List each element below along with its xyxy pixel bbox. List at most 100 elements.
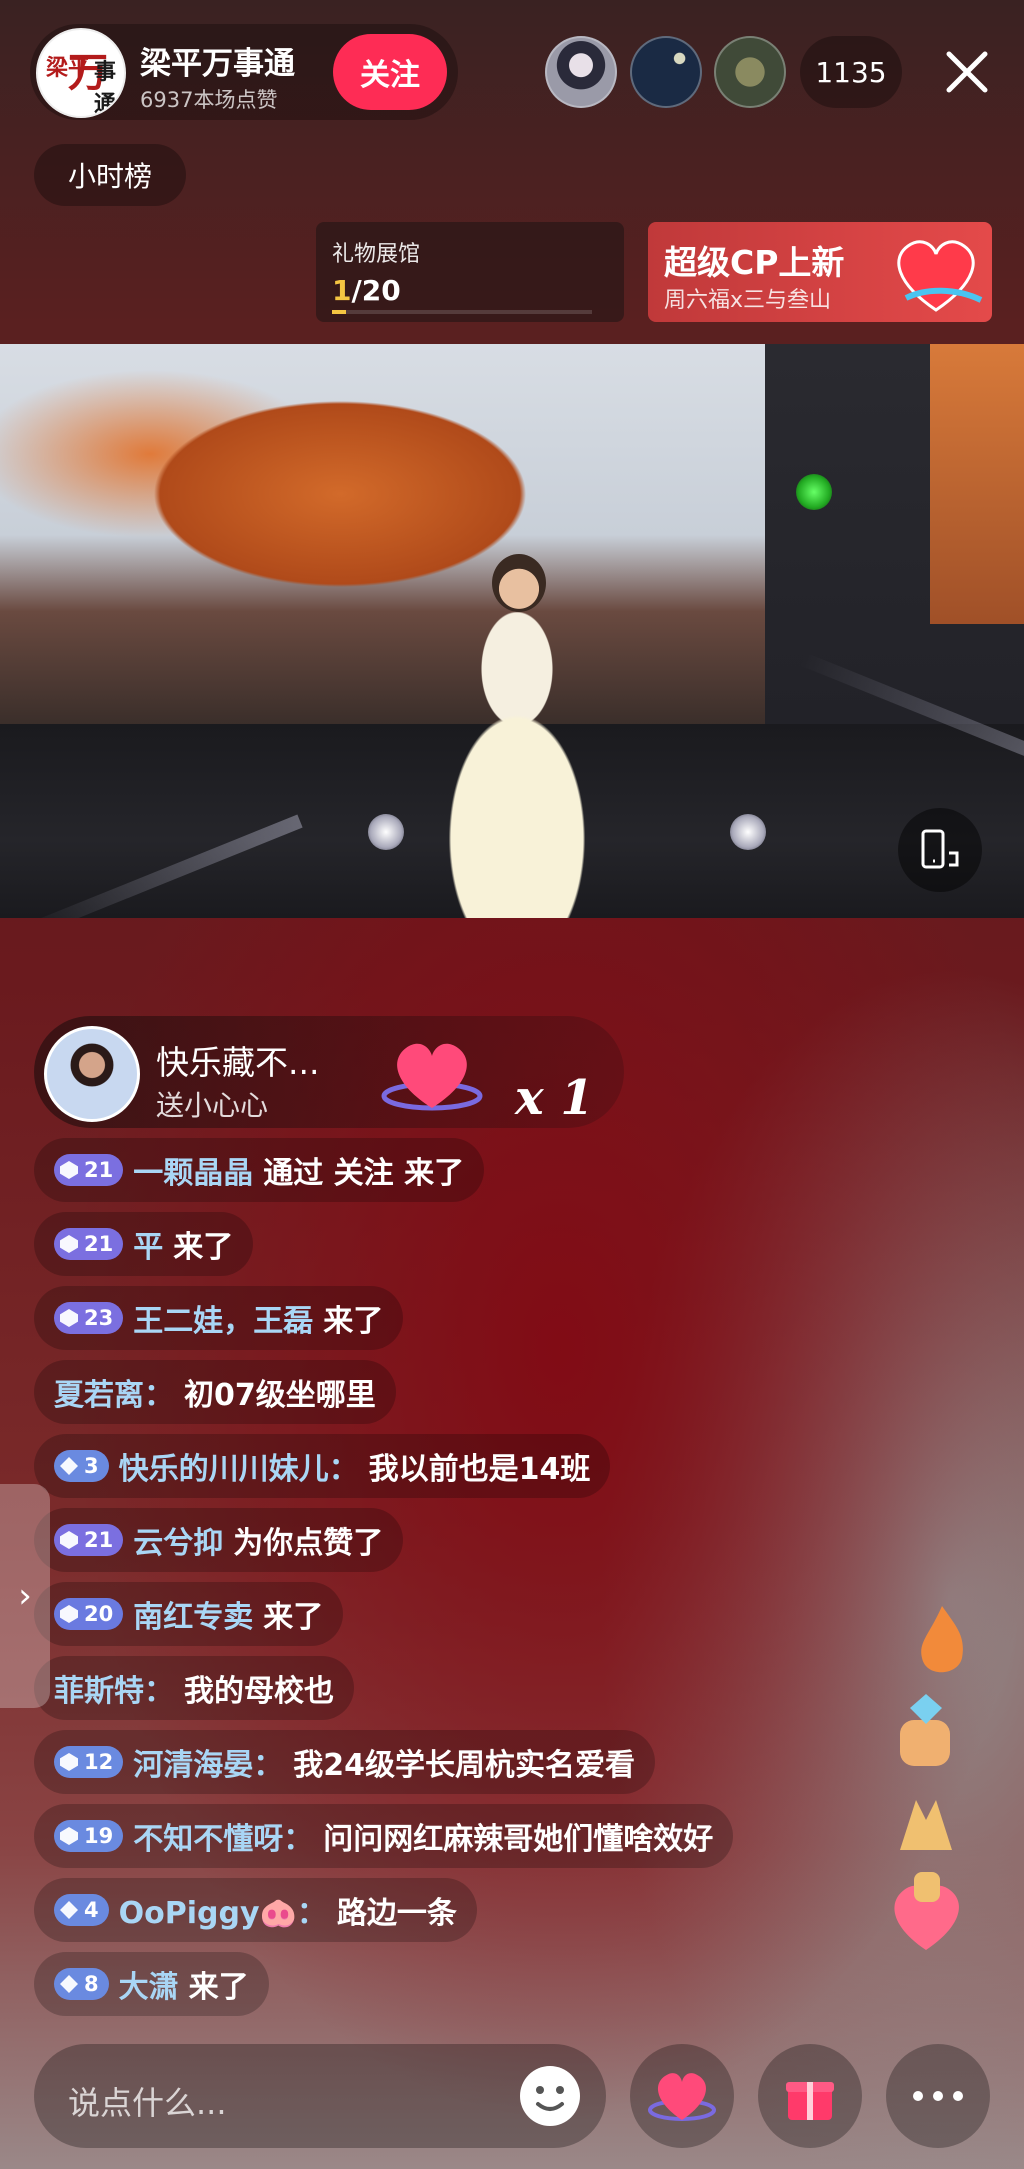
chat-message[interactable]: 4 OoPiggy🐽： 路边一条 <box>34 1878 477 1942</box>
viewer-count[interactable]: 1135 <box>800 36 902 108</box>
chat-username[interactable]: 平 <box>133 1222 163 1266</box>
singer <box>412 584 622 918</box>
more-icon <box>913 2091 963 2101</box>
chat-text: 初07级坐哪里 <box>184 1378 376 1413</box>
gift-hall-progress-bar <box>332 310 592 314</box>
user-level-badge: 4 <box>54 1894 109 1926</box>
chat-text: 我24级学长周杭实名爱看 <box>293 1748 635 1783</box>
cp-banner-title: 超级CP上新 <box>664 243 845 282</box>
gift-hall-progress: 1/20 <box>332 274 401 307</box>
chat-text: 我以前也是14班 <box>368 1452 591 1487</box>
chat-message[interactable]: 19 不知不懂呀： 问问网红麻辣哥她们懂啥效好 <box>34 1804 734 1868</box>
viewer-avatar[interactable] <box>714 36 786 108</box>
fire-emoji-icon <box>921 1606 963 1673</box>
gift-hall-card[interactable]: 礼物展馆 1/20 <box>316 222 624 322</box>
viewer-avatar[interactable] <box>545 36 617 108</box>
gift-count: x 1 <box>515 1070 594 1126</box>
chat-text: 我的母校也 <box>184 1674 334 1709</box>
chat-username[interactable]: 王二娃，王磊 <box>133 1296 313 1340</box>
user-level-badge: 20 <box>54 1598 124 1630</box>
cp-promo-banner[interactable]: 超级CP上新 周六福x三与叁山 <box>648 222 992 322</box>
user-level-badge: 21 <box>54 1154 124 1186</box>
chat-text: 来了 <box>263 1600 324 1635</box>
user-level-badge: 12 <box>54 1746 124 1778</box>
chat-username[interactable]: 夏若离： <box>54 1370 174 1414</box>
chat-text: 来了 <box>323 1304 384 1339</box>
level-gem-icon <box>60 1161 78 1179</box>
heart-ribbon-icon <box>897 240 983 312</box>
level-gem-icon <box>60 1975 78 1993</box>
level-gem-icon <box>60 1235 78 1253</box>
user-level-badge: 19 <box>54 1820 124 1852</box>
chat-text: 为你点赞了 <box>233 1526 384 1561</box>
chat-message[interactable]: 12 河清海晏： 我24级学长周杭实名爱看 <box>34 1730 655 1794</box>
user-level-badge: 21 <box>54 1228 124 1260</box>
gift-box-icon <box>786 2082 834 2120</box>
host-avatar[interactable]: 梁平 万 事通 <box>36 28 126 118</box>
live-video[interactable] <box>0 344 1024 918</box>
level-gem-icon <box>60 1531 78 1549</box>
heart-gift-icon <box>648 2073 716 2121</box>
chat-username[interactable]: 快乐的川川妹儿： <box>119 1444 359 1488</box>
chat-username[interactable]: OoPiggy🐽： <box>119 1888 327 1932</box>
singer-head <box>492 554 546 612</box>
heart-gift-button[interactable] <box>630 2044 734 2148</box>
stage-light-green <box>796 474 832 510</box>
host-name: 梁平万事通 <box>140 46 295 82</box>
chat-text: 来了 <box>173 1230 234 1265</box>
chat-username[interactable]: 一颗晶晶 <box>133 1148 253 1192</box>
chat-message[interactable]: 3 快乐的川川妹儿： 我以前也是14班 <box>34 1434 611 1498</box>
chat-message[interactable]: 夏若离： 初07级坐哪里 <box>34 1360 396 1424</box>
chat-message[interactable]: 21 云兮抑 为你点赞了 <box>34 1508 404 1572</box>
heart-gift-icon <box>381 1043 483 1111</box>
follow-button[interactable]: 关注 <box>333 34 447 110</box>
level-gem-icon <box>60 1753 78 1771</box>
chat-text: 通过 关注 来了 <box>263 1156 465 1191</box>
chat-message[interactable]: 20 南红专卖 来了 <box>34 1582 344 1646</box>
pray-hands-icon <box>900 1800 952 1850</box>
chevron-right-icon[interactable]: › <box>0 1484 50 1708</box>
stage-light <box>730 814 766 850</box>
chat-username[interactable]: 菲斯特： <box>54 1666 174 1710</box>
level-gem-icon <box>60 1309 78 1327</box>
chat-text: 路边一条 <box>336 1896 457 1931</box>
avatar-logo-text-right: 事通 <box>94 60 117 117</box>
stage-screen-right <box>930 344 1024 624</box>
stage-screen <box>0 344 765 726</box>
gift-hall-title: 礼物展馆 <box>332 242 421 267</box>
level-gem-icon <box>60 1901 78 1919</box>
level-gem-icon <box>60 1827 78 1845</box>
gift-box-button[interactable] <box>758 2044 862 2148</box>
chat-message[interactable]: 菲斯特： 我的母校也 <box>34 1656 354 1720</box>
more-button[interactable] <box>886 2044 990 2148</box>
viewer-avatar[interactable] <box>630 36 702 108</box>
chat-username[interactable]: 云兮抑 <box>133 1518 223 1562</box>
gift-sender-avatar[interactable] <box>44 1026 140 1122</box>
chat-message[interactable]: 23 王二娃，王磊 来了 <box>34 1286 404 1350</box>
comment-placeholder: 说点什么... <box>68 2084 227 2122</box>
chat-username[interactable]: 大潇 <box>119 1962 179 2006</box>
rotate-screen-icon[interactable] <box>898 808 982 892</box>
cp-banner-subtitle: 周六福x三与叁山 <box>664 288 832 313</box>
heart-hand-icon <box>894 1872 959 1950</box>
gift-action-text: 送小心心 <box>156 1089 269 1122</box>
close-icon[interactable] <box>935 40 999 104</box>
chat-username[interactable]: 不知不懂呀： <box>133 1814 313 1858</box>
gift-sender-name: 快乐藏不... <box>156 1043 320 1082</box>
chat-username[interactable]: 河清海晏： <box>133 1740 283 1784</box>
hour-rank-button[interactable]: 小时榜 <box>34 144 186 206</box>
host-likes-count: 6937本场点赞 <box>140 88 278 112</box>
chat-text: 来了 <box>188 1970 249 2005</box>
emoji-icon[interactable] <box>516 2062 584 2130</box>
chat-text: 问问网红麻辣哥她们懂啥效好 <box>323 1822 714 1857</box>
chat-username[interactable]: 南红专卖 <box>133 1592 253 1636</box>
stage-light <box>368 814 404 850</box>
chat-message[interactable]: 21 一颗晶晶 通过 关注 来了 <box>34 1138 485 1202</box>
chat-message[interactable]: 8 大潇 来了 <box>34 1952 269 2016</box>
chat-message[interactable]: 21 平来了 <box>34 1212 254 1276</box>
user-level-badge: 23 <box>54 1302 124 1334</box>
level-gem-icon <box>60 1605 78 1623</box>
user-level-badge: 8 <box>54 1968 109 2000</box>
level-gem-icon <box>60 1457 78 1475</box>
user-level-badge: 3 <box>54 1450 109 1482</box>
